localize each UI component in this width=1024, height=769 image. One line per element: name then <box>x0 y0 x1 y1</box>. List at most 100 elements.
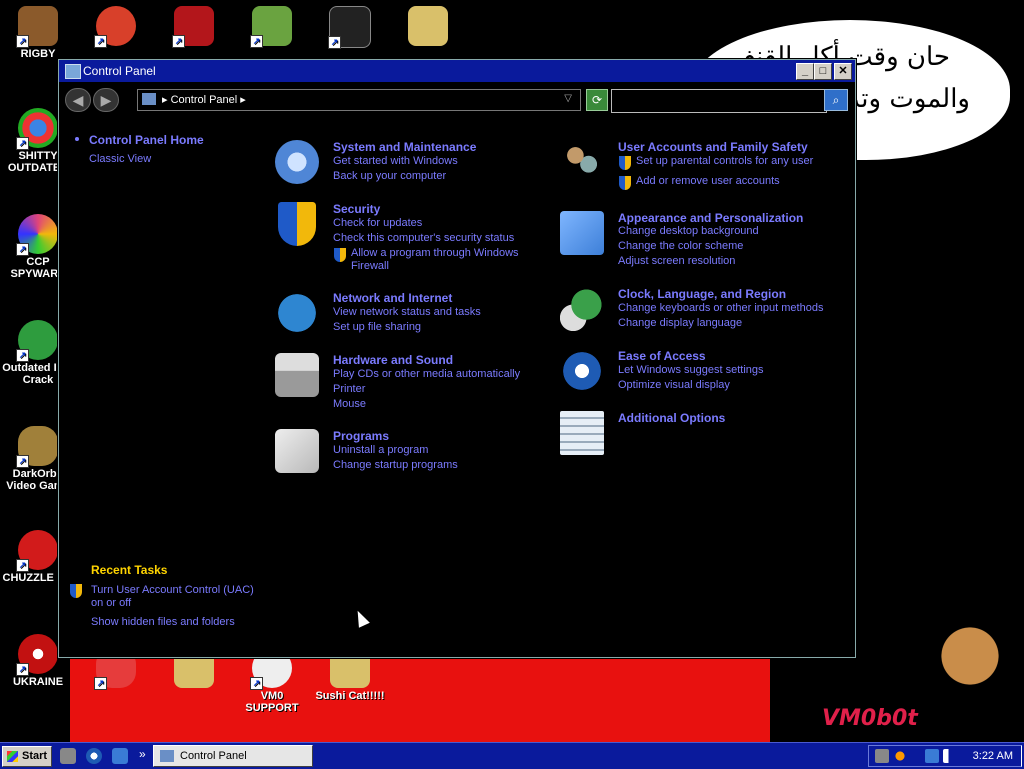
category-link[interactable]: Mouse <box>333 398 366 411</box>
watermark: VM0b0t <box>822 706 918 731</box>
category-link[interactable]: Change the color scheme <box>618 240 743 253</box>
chrome-icon: ↗ <box>16 108 58 150</box>
archive-icon <box>408 6 448 46</box>
uac-shield-icon <box>619 156 631 170</box>
category-link[interactable]: Set up file sharing <box>333 321 421 334</box>
category-title[interactable]: Additional Options <box>618 411 725 425</box>
hxd-icon: ↗ <box>250 6 292 48</box>
back-button[interactable]: ◀ <box>65 88 91 112</box>
pinwheel-icon: ↗ <box>16 214 58 256</box>
category-title[interactable]: Clock, Language, and Region <box>618 287 786 301</box>
network-icon[interactable] <box>925 749 939 763</box>
category-link[interactable]: Adjust screen resolution <box>618 255 735 268</box>
tray-app-icon[interactable] <box>875 749 889 763</box>
terminal-icon: ↗ <box>328 6 371 49</box>
refresh-button[interactable]: ⟳ <box>586 89 608 111</box>
category-title[interactable]: Ease of Access <box>618 349 706 363</box>
printer-speaker-icon <box>275 353 319 397</box>
start-label: Start <box>22 750 48 762</box>
taskbar-task-label: Control Panel <box>180 750 247 762</box>
quicklaunch-browser-icon[interactable] <box>86 748 102 764</box>
category-title[interactable]: Hardware and Sound <box>333 353 453 367</box>
close-button[interactable]: ✕ <box>834 63 852 80</box>
category-link[interactable]: Play CDs or other media automatically <box>333 368 520 381</box>
desktop-icon-iso[interactable] <box>390 6 466 48</box>
windows-flag-icon <box>7 751 18 762</box>
classic-view-link[interactable]: Classic View <box>89 153 151 165</box>
quicklaunch-more-button[interactable]: » <box>139 747 146 761</box>
category-title[interactable]: Appearance and Personalization <box>618 211 803 225</box>
desktop-icon-persia[interactable]: ↗ <box>78 6 154 48</box>
title-bar[interactable]: Control Panel _ □ ✕ <box>59 60 855 82</box>
desktop-icon-rigby[interactable]: ↗ RIGBY <box>0 6 76 60</box>
mouse-cursor <box>352 608 370 628</box>
desktop-icon-label: UKRAINE <box>12 676 64 688</box>
category-link[interactable]: Back up your computer <box>333 170 446 183</box>
window-title: Control Panel <box>83 64 156 78</box>
security-shield-icon <box>278 202 316 246</box>
hidden-files-task-link[interactable]: Show hidden files and folders <box>91 616 235 628</box>
minimize-button[interactable]: _ <box>796 63 814 80</box>
category-link[interactable]: Change desktop background <box>618 225 759 238</box>
category-link[interactable]: Get started with Windows <box>333 155 458 168</box>
start-button[interactable]: Start <box>2 746 52 767</box>
users-icon <box>560 140 604 184</box>
category-link[interactable]: Check for updates <box>333 217 422 230</box>
category-link[interactable]: Optimize visual display <box>618 379 730 392</box>
globe-download-icon: ↗ <box>16 320 58 362</box>
flash-icon: ↗ <box>172 6 214 48</box>
breadcrumb[interactable]: ▸ Control Panel ▸ <box>162 93 246 106</box>
p-logo-icon: ↗ <box>94 6 136 48</box>
category-title[interactable]: Security <box>333 202 380 216</box>
category-link[interactable]: Let Windows suggest settings <box>618 364 764 377</box>
category-link[interactable]: Printer <box>333 383 365 396</box>
quicklaunch-show-desktop-icon[interactable] <box>60 748 76 764</box>
search-input[interactable] <box>611 89 827 113</box>
control-panel-icon <box>160 750 174 762</box>
control-panel-content: Control Panel Home Classic View Recent T… <box>59 116 855 657</box>
network-globe-icon <box>275 291 319 335</box>
uac-shield-icon <box>70 584 82 598</box>
uac-shield-icon <box>334 248 346 262</box>
desktop-icon-flash[interactable]: ↗ <box>156 6 232 48</box>
uac-shield-icon <box>619 176 631 190</box>
category-link[interactable]: View network status and tasks <box>333 306 481 319</box>
rigby-icon: ↗ <box>16 6 58 48</box>
category-link[interactable]: Allow a program through Windows Firewall <box>351 247 531 273</box>
desktop-icon-cmd[interactable]: ↗ <box>312 6 388 50</box>
category-link[interactable]: Set up parental controls for any user <box>636 155 813 168</box>
category-title[interactable]: Network and Internet <box>333 291 452 305</box>
taskbar-control-panel-button[interactable]: Control Panel <box>153 745 313 767</box>
radiation-icon: ↗ <box>16 634 58 676</box>
category-link[interactable]: Check this computer's security status <box>333 232 514 245</box>
taskbar: Start » Control Panel 3:22 AM <box>0 742 1024 769</box>
category-link[interactable]: Add or remove user accounts <box>636 175 780 188</box>
monitor-paint-icon <box>560 211 604 255</box>
address-bar[interactable]: ▸ Control Panel ▸ ▽ <box>137 89 581 111</box>
category-link[interactable]: Change display language <box>618 317 742 330</box>
control-panel-icon <box>65 64 81 79</box>
clock[interactable]: 3:22 AM <box>973 750 1013 762</box>
chuzzle-icon: ↗ <box>16 530 58 572</box>
clock-globe-icon <box>560 287 604 331</box>
control-panel-home-link[interactable]: Control Panel Home <box>89 133 204 147</box>
uac-task-link[interactable]: Turn User Account Control (UAC) on or of… <box>91 584 261 610</box>
category-title[interactable]: Programs <box>333 429 389 443</box>
recent-tasks-heading: Recent Tasks <box>91 563 168 577</box>
magnifier-icon[interactable] <box>893 749 907 763</box>
category-link[interactable]: Uninstall a program <box>333 444 428 457</box>
desktop-icon-label: VM0 SUPPORT <box>245 690 299 714</box>
volume-icon[interactable] <box>943 749 957 763</box>
category-title[interactable]: System and Maintenance <box>333 140 476 154</box>
category-link[interactable]: Change keyboards or other input methods <box>618 302 823 315</box>
search-icon[interactable]: ⌕ <box>824 89 848 111</box>
maximize-button[interactable]: □ <box>814 63 832 80</box>
category-title[interactable]: User Accounts and Family Safety <box>618 140 808 154</box>
desktop-icon-hxd[interactable]: ↗ <box>234 6 310 48</box>
system-maintenance-icon <box>275 140 319 184</box>
chevron-down-icon[interactable]: ▽ <box>564 93 572 104</box>
ease-of-access-icon <box>560 349 604 393</box>
quicklaunch-switch-windows-icon[interactable] <box>112 748 128 764</box>
category-link[interactable]: Change startup programs <box>333 459 458 472</box>
forward-button[interactable]: ▶ <box>93 88 119 112</box>
